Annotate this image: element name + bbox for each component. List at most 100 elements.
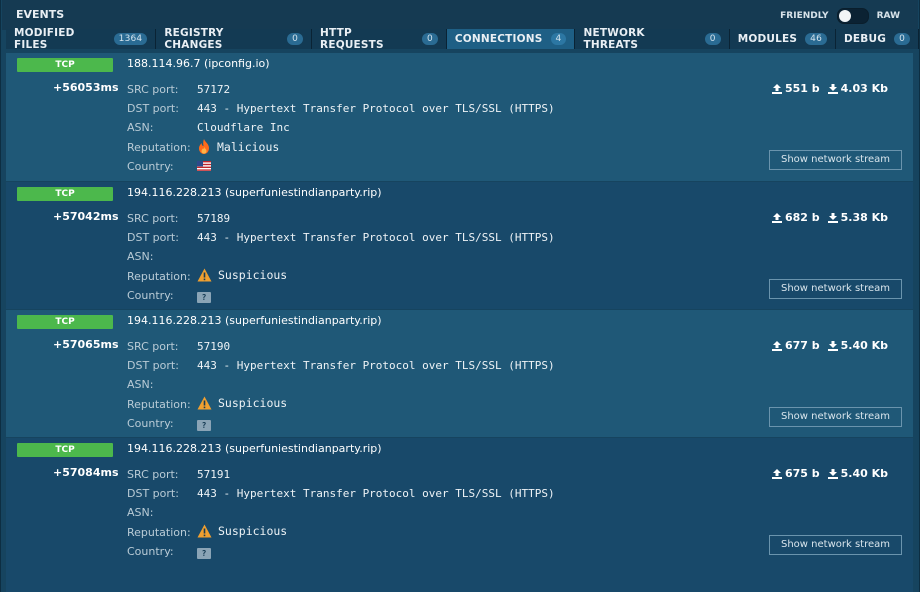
tab-modified-files[interactable]: MODIFIED FILES 1364 xyxy=(6,27,157,51)
remote-host: 188.114.96.7 (ipconfig.io) xyxy=(127,57,270,70)
asn-value: Cloudflare Inc xyxy=(197,121,290,134)
country-value xyxy=(197,161,211,174)
reputation-label: Reputation: xyxy=(127,398,191,411)
panel-title: EVENTS xyxy=(16,8,65,21)
download-stat: 5.40 Kb xyxy=(827,467,888,480)
unknown-flag-icon: ? xyxy=(197,292,211,303)
traffic-stats: 682 b 5.38 Kb xyxy=(771,211,888,224)
country-label: Country: xyxy=(127,160,174,173)
reputation-value: Suspicious xyxy=(197,396,287,410)
country-label: Country: xyxy=(127,289,174,302)
events-panel: EVENTS FRIENDLY RAW MODIFIED FILES 1364 … xyxy=(0,0,920,592)
protocol-badge: TCP xyxy=(17,58,113,72)
reputation-label: Reputation: xyxy=(127,270,191,283)
reputation-label: Reputation: xyxy=(127,526,191,539)
src-port-label: SRC port: xyxy=(127,83,179,96)
tab-connections[interactable]: CONNECTIONS 4 xyxy=(446,29,576,49)
show-network-stream-button[interactable]: Show network stream xyxy=(769,535,902,555)
connections-list: TCP +56053ms 188.114.96.7 (ipconfig.io) … xyxy=(6,53,913,592)
upload-size: 675 b xyxy=(784,467,820,480)
asn-label: ASN: xyxy=(127,250,154,263)
tab-count-badge: 1364 xyxy=(113,33,148,45)
remote-host: 194.116.228.213 (superfuniestindianparty… xyxy=(127,314,382,327)
event-time: +57084ms xyxy=(53,466,119,479)
events-header: EVENTS FRIENDLY RAW xyxy=(2,0,918,30)
tab-label: NETWORK THREATS xyxy=(583,27,645,51)
tab-count-badge: 4 xyxy=(550,33,567,45)
tab-label: HTTP REQUESTS xyxy=(320,27,384,51)
upload-icon xyxy=(771,340,782,351)
asn-label: ASN: xyxy=(127,506,154,519)
asn-label: ASN: xyxy=(127,121,154,134)
download-size: 5.38 Kb xyxy=(840,211,888,224)
tab-network-threats[interactable]: NETWORK THREATS 0 xyxy=(575,27,730,51)
upload-stat: 677 b xyxy=(771,339,820,352)
upload-size: 551 b xyxy=(784,82,820,95)
unknown-flag-icon: ? xyxy=(197,420,211,431)
download-icon xyxy=(827,468,838,479)
country-value: ? xyxy=(197,546,211,559)
download-icon xyxy=(827,83,838,94)
tab-modules[interactable]: MODULES 46 xyxy=(729,29,837,49)
download-size: 5.40 Kb xyxy=(840,467,888,480)
tab-registry-changes[interactable]: REGISTRY CHANGES 0 xyxy=(156,27,313,51)
tab-count-badge: 0 xyxy=(704,33,721,45)
event-time: +57042ms xyxy=(53,210,119,223)
dst-port-value: 443 - Hypertext Transfer Protocol over T… xyxy=(197,487,555,500)
download-size: 5.40 Kb xyxy=(840,339,888,352)
protocol-badge: TCP xyxy=(17,443,113,457)
dst-port-value: 443 - Hypertext Transfer Protocol over T… xyxy=(197,102,555,115)
upload-icon xyxy=(771,83,782,94)
connection-event: TCP +57042ms 194.116.228.213 (superfunie… xyxy=(6,182,913,309)
dst-port-value: 443 - Hypertext Transfer Protocol over T… xyxy=(197,231,555,244)
warning-icon xyxy=(197,396,212,410)
tab-count-badge: 0 xyxy=(421,33,438,45)
download-icon xyxy=(827,212,838,223)
upload-stat: 675 b xyxy=(771,467,820,480)
tab-label: MODULES xyxy=(737,33,798,45)
src-port-value: 57190 xyxy=(197,340,231,353)
src-port-label: SRC port: xyxy=(127,212,179,225)
tab-label: REGISTRY CHANGES xyxy=(164,27,224,51)
mode-toggle[interactable] xyxy=(836,8,869,24)
show-network-stream-button[interactable]: Show network stream xyxy=(769,407,902,427)
upload-stat: 682 b xyxy=(771,211,820,224)
tab-label: CONNECTIONS xyxy=(454,33,543,45)
reputation-text: Suspicious xyxy=(218,396,288,410)
tab-count-badge: 0 xyxy=(894,33,910,45)
reputation-text: Malicious xyxy=(217,139,280,154)
country-value: ? xyxy=(197,418,211,431)
protocol-badge: TCP xyxy=(17,315,113,329)
src-port-value: 57191 xyxy=(197,468,231,481)
traffic-stats: 675 b 5.40 Kb xyxy=(771,467,888,480)
reputation-label: Reputation: xyxy=(127,141,191,154)
dst-port-label: DST port: xyxy=(127,231,179,244)
unknown-flag-icon: ? xyxy=(197,548,211,559)
src-port-label: SRC port: xyxy=(127,468,179,481)
connection-event: TCP +56053ms 188.114.96.7 (ipconfig.io) … xyxy=(6,53,913,181)
show-network-stream-button[interactable]: Show network stream xyxy=(769,150,902,170)
tab-label: DEBUG xyxy=(844,33,887,45)
asn-label: ASN: xyxy=(127,378,154,391)
event-tabs: MODIFIED FILES 1364 REGISTRY CHANGES 0 H… xyxy=(6,27,919,51)
reputation-value: Malicious xyxy=(197,139,279,154)
upload-size: 682 b xyxy=(784,211,820,224)
src-port-value: 57172 xyxy=(197,83,231,96)
show-network-stream-button[interactable]: Show network stream xyxy=(769,279,902,299)
upload-stat: 551 b xyxy=(771,82,820,95)
us-flag-icon xyxy=(197,161,211,171)
tab-count-badge: 46 xyxy=(805,33,828,45)
warning-icon xyxy=(197,268,212,282)
tab-http-requests[interactable]: HTTP REQUESTS 0 xyxy=(312,27,447,51)
warning-icon xyxy=(197,524,212,538)
traffic-stats: 551 b 4.03 Kb xyxy=(771,82,888,95)
protocol-badge: TCP xyxy=(17,187,113,201)
upload-size: 677 b xyxy=(784,339,820,352)
src-port-value: 57189 xyxy=(197,212,231,225)
dst-port-label: DST port: xyxy=(127,359,179,372)
reputation-value: Suspicious xyxy=(197,524,287,538)
remote-host: 194.116.228.213 (superfuniestindianparty… xyxy=(127,442,382,455)
tab-count-badge: 0 xyxy=(287,33,304,45)
tab-debug[interactable]: DEBUG 0 xyxy=(836,29,919,49)
dst-port-label: DST port: xyxy=(127,487,179,500)
